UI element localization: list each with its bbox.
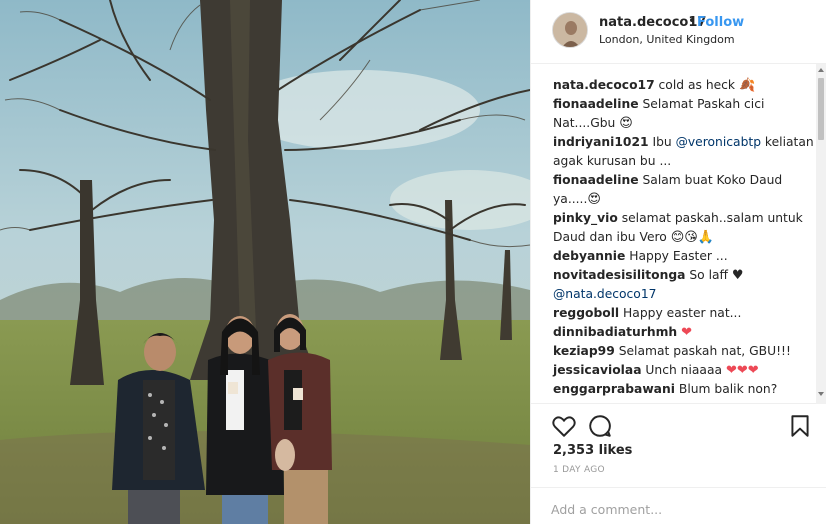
comment-line: agak kurusan bu ... (553, 152, 815, 171)
comment-text: Daud dan ibu Vero (553, 230, 671, 244)
comment-username[interactable]: debyannie (553, 249, 625, 263)
post-image (0, 0, 530, 524)
comment-item: fionaadeline Salam buat Koko Daud ya.....… (553, 171, 815, 209)
comment-line: indriyani1021 Ibu @veronicabtp keliatan (553, 133, 815, 152)
scroll-down-arrow-icon[interactable] (818, 392, 824, 396)
comment-line: novitadesisilitonga So laff ♥ (553, 266, 815, 285)
comment-username[interactable]: indriyani1021 (553, 135, 649, 149)
comment-line: jessicaviolaa Unch niaaaa ❤❤❤ (553, 361, 815, 380)
comment-item: dinnibadiaturhmh ❤ (553, 323, 815, 342)
comment-item: indriyani1021 Ibu @veronicabtp keliatan a… (553, 133, 815, 171)
comment-line: nata.decoco17 cold as heck 🍂 (553, 76, 815, 95)
comment-username[interactable]: fionaadeline (553, 173, 639, 187)
comments-scrollbar[interactable] (816, 64, 826, 404)
comment-username[interactable]: reggoboll (553, 306, 619, 320)
avatar-image (553, 13, 587, 47)
comment-text: Salam buat Koko Daud (638, 173, 783, 187)
add-comment-input[interactable] (551, 499, 811, 519)
post-photo[interactable] (0, 0, 530, 524)
likes-count[interactable]: 2,353 likes (553, 443, 632, 458)
comment-line: reggoboll Happy easter nat... (553, 304, 815, 323)
heart-outline-icon (552, 416, 576, 437)
like-button[interactable] (551, 413, 577, 439)
comment-line: debyannie Happy Easter ... (553, 247, 815, 266)
comment-text: Nat....Gbu (553, 116, 620, 130)
comment-line: fionaadeline Salam buat Koko Daud (553, 171, 815, 190)
emoji-icon: ❤❤❤ (725, 363, 759, 378)
comment-line: dinnibadiaturhmh ❤ (553, 323, 815, 342)
comment-text: selamat paskah..salam untuk (617, 211, 803, 225)
comment-username[interactable]: pinky_vio (553, 211, 618, 225)
comment-text: Blum balik non? (674, 382, 778, 396)
comment-mention-link[interactable]: @nata.decoco17 (553, 287, 656, 301)
comment-text: Selamat Paskah cici (638, 97, 765, 111)
comment-item: keziap99 Selamat paskah nat, GBU!!! (553, 342, 815, 361)
post-side-panel: nata.decoco17 • Follow London, United Ki… (530, 0, 826, 524)
comment-text: Selamat paskah nat, GBU!!! (614, 344, 791, 358)
comment-text: cold as heck (654, 78, 739, 92)
comment-line: @nata.decoco17 (553, 285, 815, 304)
comment-line: fionaadeline Selamat Paskah cici (553, 95, 815, 114)
comment-text: ya..... (553, 192, 588, 206)
emoji-icon: ❤ (681, 325, 693, 340)
comment-item: enggarprabawani Blum balik non? (553, 380, 815, 399)
add-comment-section (531, 487, 826, 524)
emoji-icon: ♥ (731, 268, 744, 283)
comment-line: keziap99 Selamat paskah nat, GBU!!! (553, 342, 815, 361)
comment-line: Daud dan ibu Vero 😊😘🙏 (553, 228, 815, 247)
scroll-up-arrow-icon[interactable] (818, 68, 824, 72)
bookmark-icon (791, 415, 809, 437)
comment-line: Nat....Gbu 😍 (553, 114, 815, 133)
save-button[interactable] (787, 413, 813, 439)
follow-button[interactable]: Follow (697, 15, 744, 30)
comment-username[interactable]: enggarprabawani (553, 382, 675, 396)
comment-username[interactable]: keziap99 (553, 344, 615, 358)
comment-mention-link[interactable]: @veronicabtp (676, 135, 761, 149)
emoji-icon: 🍂 (738, 78, 756, 93)
comment-line: enggarprabawani Blum balik non? (553, 380, 815, 399)
comment-text: So laff (685, 268, 732, 282)
comment-text: agak kurusan bu ... (553, 154, 672, 168)
comment-item: jessicaviolaa Unch niaaaa ❤❤❤ (553, 361, 815, 380)
comment-text: Happy easter nat... (619, 306, 742, 320)
comment-line: ya.....😍 (553, 190, 815, 209)
comment-line: pinky_vio selamat paskah..salam untuk (553, 209, 815, 228)
comment-item: fionaadeline Selamat Paskah cici Nat....G… (553, 95, 815, 133)
comments-list[interactable]: nata.decoco17 cold as heck 🍂 fionaadeline… (531, 64, 826, 404)
comment-username[interactable]: novitadesisilitonga (553, 268, 685, 282)
comment-username[interactable]: jessicaviolaa (553, 363, 642, 377)
emoji-icon: 😍 (619, 116, 633, 131)
scrollbar-thumb[interactable] (818, 78, 824, 140)
post-location[interactable]: London, United Kingdom (599, 33, 735, 46)
comment-button[interactable] (587, 413, 613, 439)
action-bar (531, 404, 826, 444)
comment-username[interactable]: dinnibadiaturhmh (553, 325, 677, 339)
post-header: nata.decoco17 • Follow London, United Ki… (531, 0, 826, 64)
avatar[interactable] (552, 12, 588, 48)
comment-text: Ibu (648, 135, 676, 149)
comment-item: pinky_vio selamat paskah..salam untuk Dau… (553, 209, 815, 247)
comment-text: Unch niaaaa (641, 363, 726, 377)
emoji-icon: 😍 (587, 192, 601, 207)
comment-item: reggoboll Happy easter nat... (553, 304, 815, 323)
comment-item: nata.decoco17 cold as heck 🍂 (553, 76, 815, 95)
speech-bubble-icon (589, 415, 611, 437)
comment-text: keliatan (761, 135, 814, 149)
separator-dot: • (688, 14, 696, 29)
comment-text: Happy Easter ... (625, 249, 728, 263)
comment-item: novitadesisilitonga So laff ♥ @nata.decoc… (553, 266, 815, 304)
post-timestamp[interactable]: 1 DAY AGO (553, 465, 605, 475)
comment-item: debyannie Happy Easter ... (553, 247, 815, 266)
comment-username[interactable]: fionaadeline (553, 97, 639, 111)
emoji-icon: 😊😘🙏 (670, 230, 715, 245)
comment-username[interactable]: nata.decoco17 (553, 78, 655, 92)
